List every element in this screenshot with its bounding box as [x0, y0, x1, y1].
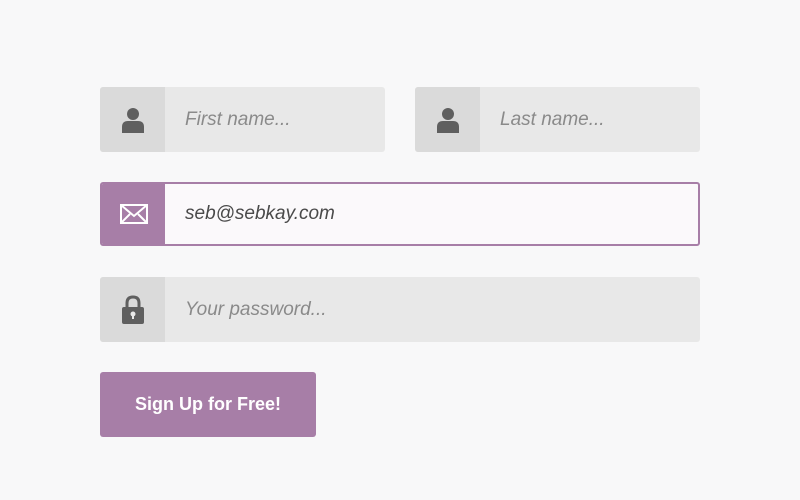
- last-name-input[interactable]: [480, 87, 700, 152]
- first-name-input[interactable]: [165, 87, 385, 152]
- email-input[interactable]: [165, 184, 698, 244]
- lock-icon: [100, 277, 165, 342]
- envelope-icon: [102, 184, 165, 244]
- email-field[interactable]: [100, 182, 700, 246]
- password-input[interactable]: [165, 277, 700, 342]
- password-field[interactable]: [100, 277, 700, 342]
- sign-up-button[interactable]: Sign Up for Free!: [100, 372, 316, 437]
- first-name-field[interactable]: [100, 87, 385, 152]
- last-name-field[interactable]: [415, 87, 700, 152]
- user-icon: [100, 87, 165, 152]
- user-icon: [415, 87, 480, 152]
